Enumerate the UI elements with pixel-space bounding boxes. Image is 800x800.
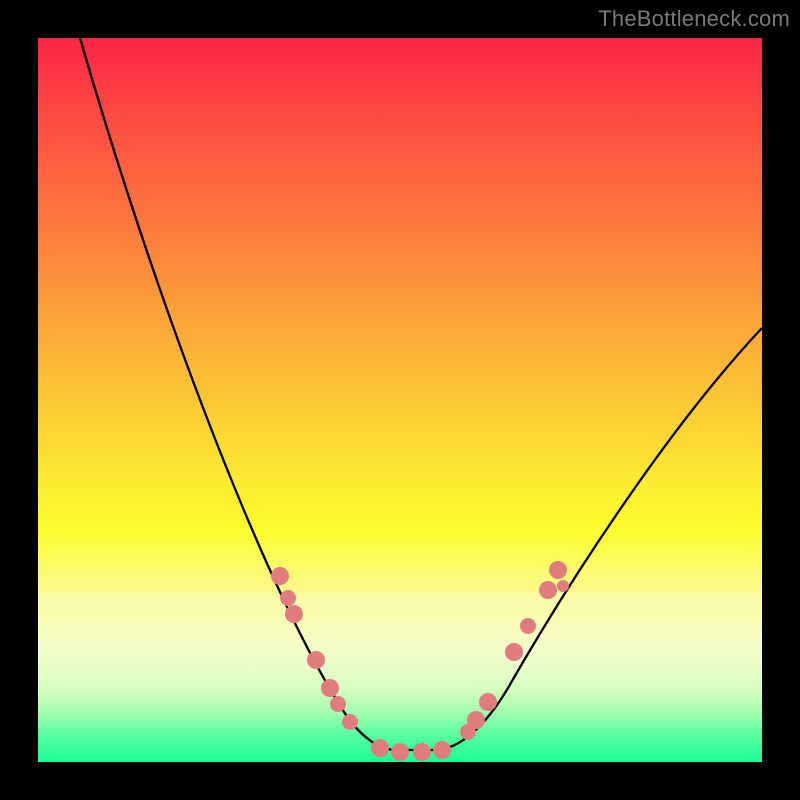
data-dot [321, 679, 339, 697]
data-dot [307, 651, 325, 669]
data-dot [479, 693, 497, 711]
data-dot [539, 581, 557, 599]
data-dot [342, 714, 358, 730]
chart-svg [38, 38, 762, 762]
data-dot [330, 696, 346, 712]
chart-frame: TheBottleneck.com [0, 0, 800, 800]
curve-left-branch [80, 38, 393, 750]
plot-area [38, 38, 762, 762]
data-dot [433, 741, 451, 759]
data-dot [505, 643, 523, 661]
curve-group [80, 38, 762, 750]
data-dot [280, 590, 296, 606]
data-dot [520, 618, 536, 634]
data-dot [413, 743, 431, 761]
data-dot [549, 561, 567, 579]
data-dot [557, 580, 569, 592]
data-dot [391, 743, 409, 761]
data-dot [371, 739, 389, 757]
curve-right-branch [438, 328, 762, 750]
data-dot [271, 567, 289, 585]
data-dot [285, 605, 303, 623]
watermark-text: TheBottleneck.com [598, 6, 790, 32]
data-dot [467, 711, 485, 729]
